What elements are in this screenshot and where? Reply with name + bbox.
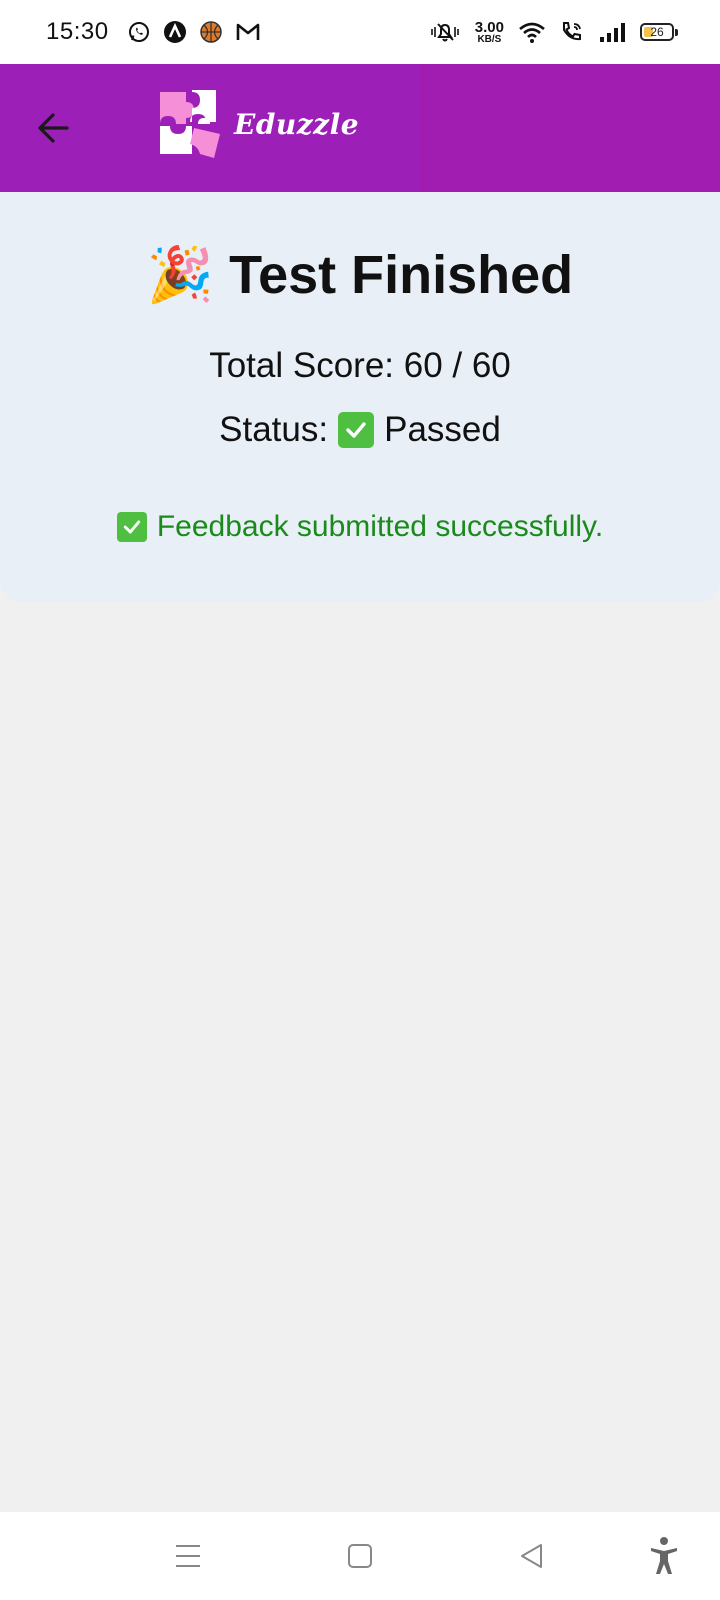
status-label: Status: [219, 410, 329, 449]
app-logo: Eduzzle [158, 88, 359, 160]
whatsapp-icon [127, 20, 151, 44]
check-mark-icon [116, 512, 147, 542]
back-triangle-icon [521, 1544, 542, 1568]
notification-icons [127, 20, 261, 44]
puzzle-logo-icon [160, 90, 220, 158]
system-nav-bar [0, 1512, 720, 1600]
gmail-icon [235, 21, 261, 43]
home-button[interactable] [340, 1536, 380, 1576]
home-square-icon [348, 1544, 372, 1568]
battery-level: 26 [650, 25, 664, 39]
signal-icon [598, 21, 626, 43]
clock: 15:30 [46, 18, 109, 45]
result-card: 🎉 Test Finished Total Score: 60 / 60 Sta… [0, 192, 720, 602]
status-value: Passed [384, 410, 501, 449]
feedback-message: Feedback submitted successfully. [0, 510, 720, 544]
speed-value: 3.00 [474, 18, 504, 36]
system-icons: 3.00 KB/S 26 [429, 20, 678, 45]
total-score: Total Score: 60 / 60 [209, 346, 511, 385]
back-nav-button[interactable] [512, 1536, 552, 1576]
accessibility-button[interactable] [644, 1536, 684, 1576]
app-bar: Eduzzle [0, 64, 720, 192]
back-button[interactable] [28, 100, 78, 156]
speed-unit: KB/S [477, 33, 502, 45]
menu-icon [176, 1545, 200, 1567]
accessibility-icon [651, 1537, 677, 1574]
page-title: 🎉 Test Finished [0, 244, 720, 307]
title-text: Test Finished [229, 245, 574, 305]
wifi-icon [518, 20, 546, 44]
feedback-text: Feedback submitted successfully. [156, 510, 604, 543]
arrow-left-icon [38, 113, 69, 143]
party-popper-icon: 🎉 [146, 245, 215, 305]
logo-text: Eduzzle [234, 107, 360, 141]
check-mark-icon [338, 412, 375, 448]
mute-icon [429, 20, 461, 44]
wifi-call-icon [560, 20, 584, 44]
app-a-icon [163, 20, 187, 44]
status-line: Status: Passed [0, 410, 720, 450]
battery-icon: 26 [640, 23, 678, 41]
basketball-icon [199, 20, 223, 44]
status-bar: 15:30 3.00 KB/S 26 [0, 0, 720, 64]
menu-button[interactable] [168, 1536, 208, 1576]
network-speed: 3.00 KB/S [475, 20, 504, 45]
